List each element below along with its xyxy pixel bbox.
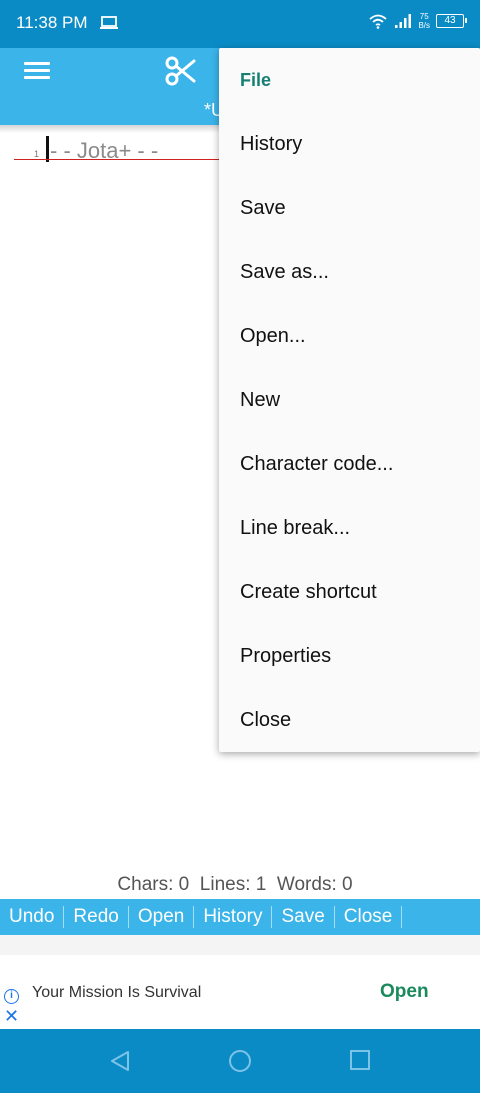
network-speed: 75 B/s [418,12,430,30]
editor-line-text[interactable]: - - Jota+ - - [50,138,158,164]
info-icon[interactable]: i [4,989,19,1004]
function-bar: Undo Redo Open History Save Close [0,899,480,935]
screen: 11:38 PM 75 B/s 43 *U 1 - - Jota+ - - Fi… [0,0,480,1093]
menu-icon[interactable] [22,59,52,85]
home-icon[interactable] [228,1049,252,1073]
menu-item-new[interactable]: New [240,389,280,412]
ad-banner[interactable]: i ✕ Your Mission Is Survival Open [0,955,480,1029]
close-icon[interactable]: ✕ [4,1007,19,1025]
battery-icon: 43 [436,14,467,28]
open-button[interactable]: Open [129,906,195,928]
file-menu: File History Save Save as... Open... New… [219,48,480,752]
navigation-bar [0,1029,480,1093]
ad-open-button[interactable]: Open [380,981,429,1003]
menu-item-history[interactable]: History [240,133,302,156]
menu-item-close[interactable]: Close [240,709,291,732]
status-icons: 75 B/s 43 [368,12,467,30]
close-button[interactable]: Close [335,906,403,928]
laptop-icon [100,16,118,29]
wifi-icon [369,14,388,29]
status-bar: 11:38 PM 75 B/s 43 [0,0,480,48]
menu-item-save-as[interactable]: Save as... [240,261,329,284]
redo-button[interactable]: Redo [64,906,129,928]
menu-item-create-shortcut[interactable]: Create shortcut [240,581,377,604]
menu-item-line-break[interactable]: Line break... [240,517,350,540]
menu-header-file: File [240,70,272,90]
document-stats: Chars: 0 Lines: 1 Words: 0 [117,874,353,895]
menu-item-properties[interactable]: Properties [240,645,331,668]
save-button[interactable]: Save [272,906,335,928]
battery-level: 43 [444,15,456,26]
current-line-underline [14,159,224,160]
signal-icon [395,14,412,28]
menu-item-save[interactable]: Save [240,197,286,220]
ad-text[interactable]: Your Mission Is Survival [32,984,201,1002]
menu-item-character-code[interactable]: Character code... [240,453,393,476]
back-icon[interactable] [108,1049,132,1073]
network-speed-value: 75 [419,12,429,21]
history-button[interactable]: History [194,906,273,928]
function-bar-spacer [0,935,480,955]
scissors-icon[interactable] [164,54,198,88]
undo-button[interactable]: Undo [0,906,65,928]
menu-item-open[interactable]: Open... [240,325,306,348]
recents-icon[interactable] [349,1049,371,1071]
network-speed-unit: B/s [418,21,430,30]
status-time: 11:38 PM [16,13,88,32]
line-number: 1 [34,149,40,159]
